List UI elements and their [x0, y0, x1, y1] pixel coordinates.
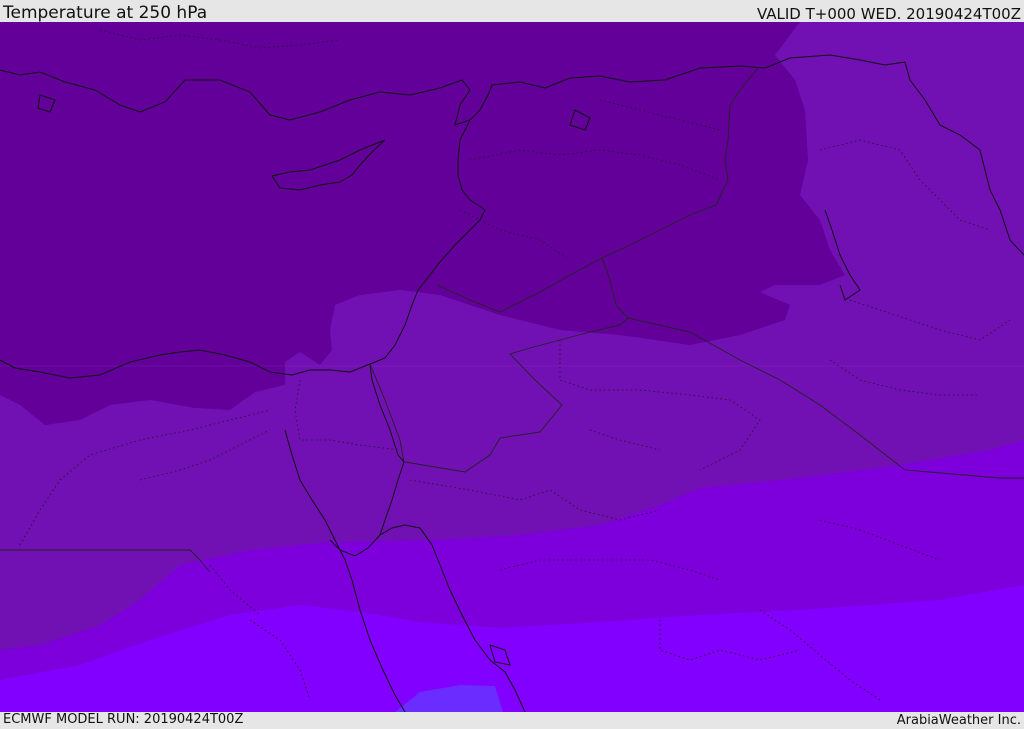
map-title: Temperature at 250 hPa	[3, 3, 208, 23]
temperature-map	[0, 22, 1024, 712]
credit-label: ArabiaWeather Inc.	[896, 713, 1021, 728]
footer-bar: ECMWF MODEL RUN: 20190424T00Z ArabiaWeat…	[0, 712, 1024, 729]
header-bar: Temperature at 250 hPa VALID T+000 WED. …	[0, 0, 1024, 23]
model-run-label: ECMWF MODEL RUN: 20190424T00Z	[3, 712, 244, 727]
valid-time: VALID T+000 WED. 20190424T00Z	[756, 5, 1021, 23]
